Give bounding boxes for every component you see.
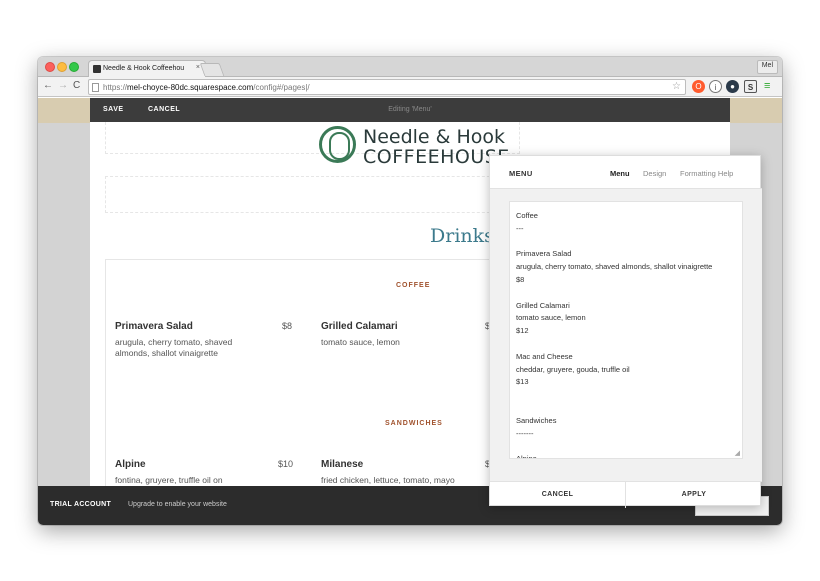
editor-line: ---: [516, 223, 524, 233]
url-scheme: https://: [103, 83, 128, 92]
new-tab-button[interactable]: [199, 63, 225, 76]
panel-body: Coffee --- Primavera Salad arugula, cherry …: [490, 189, 762, 481]
page-title: Drinks: [430, 225, 494, 247]
menu-editor-panel: MENU Menu Design Formatting Help Coffee -…: [489, 155, 762, 508]
logo-text-top: Needle & Hook: [363, 126, 506, 148]
editor-line: Sandwiches: [516, 415, 557, 425]
trial-message: Upgrade to enable your website: [128, 501, 227, 508]
menu-item-name: Grilled Calamari: [321, 321, 398, 332]
menu-item-name: Primavera Salad: [115, 321, 193, 332]
menu-item-price: $10: [278, 459, 294, 469]
s-extension-icon[interactable]: S: [744, 80, 757, 93]
reload-icon[interactable]: C: [73, 80, 80, 91]
menu-item-description: tomato sauce, lemon: [321, 337, 400, 347]
panel-header: MENU Menu Design Formatting Help: [490, 156, 762, 189]
menu-item-name: Alpine: [115, 459, 146, 470]
menu-item-price: $8: [282, 321, 293, 331]
trial-title: TRIAL ACCOUNT: [50, 501, 112, 508]
page-icon: [92, 83, 99, 92]
bookmark-star-icon[interactable]: ☆: [672, 81, 681, 92]
site-favicon-icon: [93, 65, 101, 73]
tab-formatting-help[interactable]: Formatting Help: [680, 169, 733, 178]
editor-line: $8: [516, 274, 525, 284]
url-path: /config#/pages|/: [253, 83, 310, 92]
menu-text-editor[interactable]: Coffee --- Primavera Salad arugula, cherry …: [509, 201, 743, 459]
forward-arrow-icon[interactable]: →: [58, 80, 68, 91]
tab-design[interactable]: Design: [643, 169, 666, 178]
editor-line: -------: [516, 428, 534, 438]
browser-toolbar: ← → C https://mel-choyce-80dc.squarespac…: [38, 77, 782, 97]
address-bar[interactable]: https://mel-choyce-80dc.squarespace.com/…: [88, 79, 686, 95]
info-extension-icon[interactable]: i: [709, 80, 722, 93]
editor-line: arugula, cherry tomato, shaved almonds, …: [516, 262, 713, 272]
dark-extension-icon[interactable]: ●: [726, 80, 739, 93]
editor-line: Coffee: [516, 211, 538, 220]
menu-hamburger-icon[interactable]: ≡: [764, 80, 770, 92]
opera-extension-icon[interactable]: O: [692, 80, 705, 93]
panel-footer: CANCEL APPLY: [490, 481, 762, 508]
editor-line: tomato sauce, lemon: [516, 313, 586, 323]
section-label-sandwiches: SANDWICHES: [385, 420, 443, 427]
menu-item-description: fontina, gruyere, truffle oil on: [115, 475, 223, 485]
editing-status: Editing 'Menu': [388, 106, 432, 113]
close-window-button[interactable]: [45, 62, 55, 72]
editor-line: Grilled Calamari: [516, 300, 570, 310]
tab-strip: Needle & Hook Coffeehou × Mel: [38, 57, 782, 77]
profile-button[interactable]: Mel: [756, 60, 778, 74]
panel-cancel-button[interactable]: CANCEL: [490, 482, 626, 508]
logo-text-bottom: COFFEEHOUSE: [363, 146, 510, 168]
editor-line: Primavera Salad: [516, 249, 572, 259]
menu-item-description: fried chicken, lettuce, tomato, mayo: [321, 475, 455, 485]
empty-content-block[interactable]: [105, 176, 520, 213]
menu-item-description: arugula, cherry tomato, shaved almonds, …: [115, 337, 233, 358]
tab-menu[interactable]: Menu: [610, 169, 630, 178]
needle-hook-logo-icon: [319, 126, 356, 163]
editor-line: cheddar, gruyere, gouda, truffle oil: [516, 364, 630, 374]
browser-tab[interactable]: Needle & Hook Coffeehou ×: [88, 60, 206, 77]
editor-line: $12: [516, 326, 529, 336]
editor-line: Alpine: [516, 454, 537, 459]
menu-item-name: Milanese: [321, 459, 364, 470]
editor-top-bar: SAVE CANCEL Editing 'Menu': [90, 98, 730, 122]
panel-apply-button[interactable]: APPLY: [626, 482, 762, 508]
panel-title: MENU: [509, 169, 533, 178]
url-host: mel-choyce-80dc.squarespace.com: [127, 83, 254, 92]
editor-line: Mac and Cheese: [516, 351, 573, 361]
section-label-coffee: COFFEE: [396, 282, 431, 289]
back-arrow-icon[interactable]: ←: [43, 80, 53, 91]
editor-line: $13: [516, 377, 529, 387]
minimize-window-button[interactable]: [57, 62, 67, 72]
menu-text-lines: Coffee --- Primavera Salad arugula, cherry …: [516, 210, 736, 459]
maximize-window-button[interactable]: [69, 62, 79, 72]
tab-title: Needle & Hook Coffeehou: [103, 65, 185, 72]
resize-handle-icon[interactable]: ◢: [735, 449, 740, 457]
tab-close-icon[interactable]: ×: [196, 64, 200, 71]
menu-block[interactable]: COFFEE Primavera Salad $8 arugula, cherr…: [105, 259, 520, 486]
